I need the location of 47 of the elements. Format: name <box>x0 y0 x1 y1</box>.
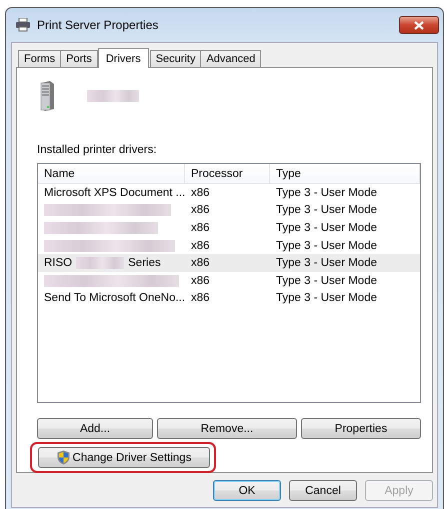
column-header[interactable]: Processor <box>185 164 270 183</box>
processor-cell: x86 <box>191 257 210 270</box>
processor-cell: x86 <box>191 274 210 287</box>
change-driver-settings-button[interactable]: Change Driver Settings <box>38 447 210 468</box>
tab[interactable]: Ports <box>60 50 98 67</box>
close-icon <box>414 20 424 30</box>
driver-row[interactable]: Microsoft XPS Document ... x86 Type 3 - User Mode <box>38 184 420 202</box>
drivers-label: Installed printer drivers: <box>37 144 158 158</box>
driver-row[interactable]: x86 Type 3 - User Mode <box>38 219 420 237</box>
type-cell: Type 3 - User Mode <box>276 274 377 287</box>
driver-name-end: Series <box>128 257 161 270</box>
type-cell: Type 3 - User Mode <box>276 257 377 270</box>
tab[interactable]: Forms <box>18 50 62 67</box>
column-header[interactable]: Type <box>270 164 420 183</box>
driver-row[interactable]: x86 Type 3 - User Mode <box>38 272 420 290</box>
type-cell: Type 3 - User Mode <box>276 222 377 234</box>
server-tower-icon <box>39 81 55 111</box>
column-header[interactable]: Name <box>38 164 185 183</box>
blurred-driver-name <box>76 257 124 270</box>
driver-row[interactable]: RISO Series x86 Type 3 - User Mode <box>38 254 420 272</box>
processor-cell: x86 <box>191 292 210 304</box>
processor-cell: x86 <box>191 204 210 216</box>
tab[interactable]: Drivers <box>98 48 149 68</box>
tab[interactable]: Security <box>150 50 202 67</box>
driver-row[interactable]: x86 Type 3 - User Mode <box>38 202 420 220</box>
type-cell: Type 3 - User Mode <box>276 204 377 216</box>
processor-cell: x86 <box>191 240 210 252</box>
tab[interactable]: Advanced <box>200 50 262 67</box>
close-button[interactable] <box>399 16 439 34</box>
driver-row[interactable]: Send To Microsoft OneNo... x86 Type 3 - User Mode <box>38 290 420 308</box>
list-action-button[interactable]: Remove... <box>157 418 297 439</box>
driver-row[interactable]: x86 Type 3 - User Mode <box>38 236 420 254</box>
window-title: Print Server Properties <box>37 18 158 32</box>
driver-name: Microsoft XPS Document ... <box>44 186 186 199</box>
dialog-button[interactable]: Cancel <box>289 480 357 501</box>
processor-cell: x86 <box>191 222 210 234</box>
printer-icon <box>15 18 31 32</box>
type-cell: Type 3 - User Mode <box>276 240 377 252</box>
shield-icon <box>56 450 70 465</box>
driver-name-start: RISO <box>44 257 72 270</box>
list-action-button[interactable]: Properties <box>301 418 421 439</box>
processor-cell: x86 <box>191 186 210 199</box>
type-cell: Type 3 - User Mode <box>276 292 377 304</box>
list-action-button[interactable]: Add... <box>37 418 153 439</box>
type-cell: Type 3 - User Mode <box>276 186 377 199</box>
dialog-button[interactable]: OK <box>213 480 281 501</box>
driver-name: Send To Microsoft OneNo... <box>44 292 186 304</box>
